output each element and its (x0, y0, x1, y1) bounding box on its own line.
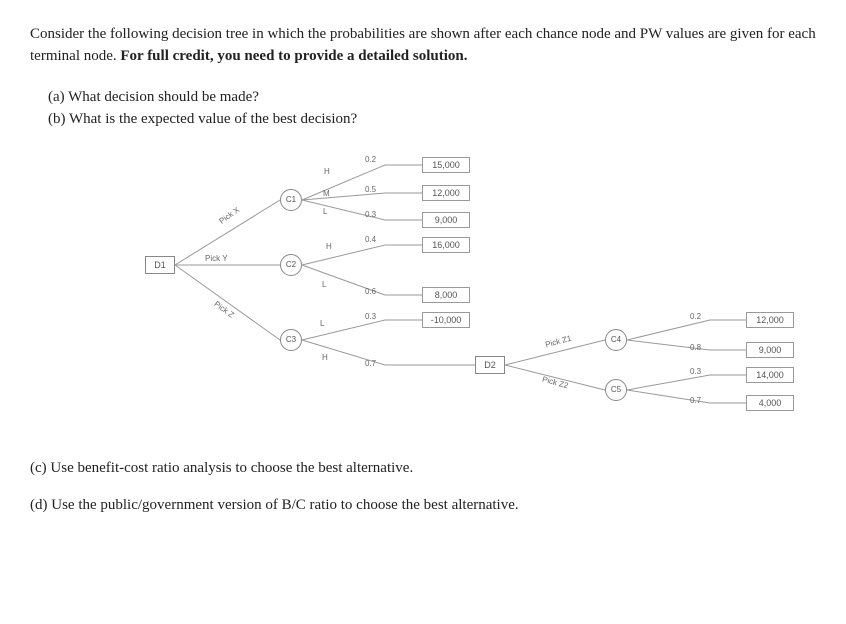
intro-text: Consider the following decision tree in … (30, 24, 816, 68)
node-d2: D2 (475, 356, 505, 374)
label-c2-l: L (322, 280, 326, 289)
terminal-c4-a: 12,000 (746, 312, 794, 328)
terminal-c4-b: 9,000 (746, 342, 794, 358)
label-c1-m: M (323, 189, 330, 198)
label-c1-h: H (324, 167, 330, 176)
question-d: (d) Use the public/government version of… (30, 492, 816, 519)
prob-c5-b: 0.7 (690, 396, 701, 405)
label-c3-l: L (320, 319, 324, 328)
decision-tree-diagram: D1 C1 C2 C3 D2 C4 C5 15,000 12,000 9,000… (30, 145, 816, 425)
label-c1-l: L (323, 207, 327, 216)
subquestions-ab: (a) What decision should be made? (b) Wh… (48, 86, 816, 131)
question-b: (b) What is the expected value of the be… (48, 108, 816, 131)
prob-c5-a: 0.3 (690, 367, 701, 376)
label-pick-y: Pick Y (205, 254, 228, 263)
node-c5: C5 (605, 379, 627, 401)
terminal-c5-a: 14,000 (746, 367, 794, 383)
prob-c1-l: 0.3 (365, 210, 376, 219)
prob-c3-h: 0.7 (365, 359, 376, 368)
prob-c1-h: 0.2 (365, 155, 376, 164)
label-c3-h: H (322, 353, 328, 362)
prob-c2-l: 0.6 (365, 287, 376, 296)
question-a: (a) What decision should be made? (48, 86, 816, 109)
terminal-c5-b: 4,000 (746, 395, 794, 411)
node-c3: C3 (280, 329, 302, 351)
terminal-c1-l: 9,000 (422, 212, 470, 228)
terminal-c1-m: 12,000 (422, 185, 470, 201)
node-c4: C4 (605, 329, 627, 351)
terminal-c3-l: -10,000 (422, 312, 470, 328)
label-c2-h: H (326, 242, 332, 251)
intro-bold: For full credit, you need to provide a d… (120, 48, 467, 64)
prob-c2-h: 0.4 (365, 235, 376, 244)
terminal-c2-h: 16,000 (422, 237, 470, 253)
prob-c4-a: 0.2 (690, 312, 701, 321)
node-c2: C2 (280, 254, 302, 276)
node-d1: D1 (145, 256, 175, 274)
prob-c1-m: 0.5 (365, 185, 376, 194)
node-c1: C1 (280, 189, 302, 211)
subquestions-cd: (c) Use benefit-cost ratio analysis to c… (30, 455, 816, 519)
prob-c3-l: 0.3 (365, 312, 376, 321)
prob-c4-b: 0.8 (690, 343, 701, 352)
terminal-c1-h: 15,000 (422, 157, 470, 173)
terminal-c2-l: 8,000 (422, 287, 470, 303)
question-c: (c) Use benefit-cost ratio analysis to c… (30, 455, 816, 482)
